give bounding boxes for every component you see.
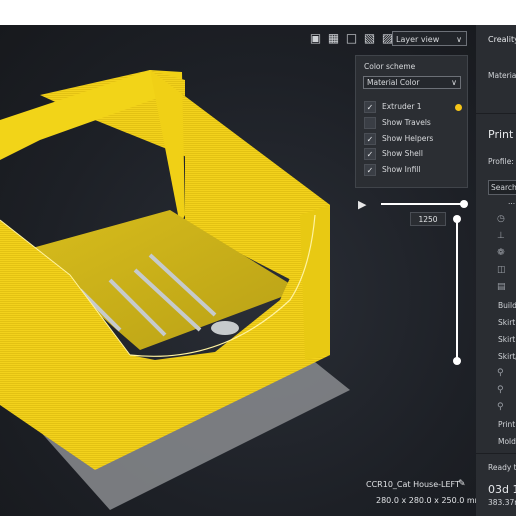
- special-mode-icon[interactable]: ⚲: [497, 385, 504, 395]
- cube-icon[interactable]: ▣: [309, 32, 322, 45]
- checkbox-show-travels[interactable]: [364, 117, 376, 129]
- show-helpers-label: Show Helpers: [382, 134, 434, 143]
- setting-build[interactable]: Build: [498, 301, 516, 310]
- right-sidebar: Creality Material Print S Profile: Searc…: [476, 25, 516, 516]
- setting-print[interactable]: Print: [498, 420, 515, 429]
- play-simulation-button[interactable]: ▶: [358, 198, 366, 211]
- layer-range-top-handle[interactable]: [453, 215, 461, 223]
- show-infill-row[interactable]: ✓ Show Infill: [364, 164, 462, 178]
- cube-front-icon[interactable]: ▦: [327, 32, 340, 45]
- floor-hole: [211, 321, 239, 335]
- cube-left-icon[interactable]: ▧: [363, 32, 376, 45]
- adhesion-icon[interactable]: ▤: [497, 282, 506, 292]
- setting-mold[interactable]: Mold: [498, 437, 516, 446]
- view-mode-value: Layer view: [396, 35, 440, 44]
- right-wall: [300, 205, 330, 360]
- pencil-icon[interactable]: ✎: [458, 479, 466, 489]
- printer-name[interactable]: Creality: [488, 35, 516, 44]
- show-shell-label: Show Shell: [382, 149, 423, 158]
- layer-progress-handle[interactable]: [460, 200, 468, 208]
- cube-top-icon[interactable]: □: [345, 32, 358, 45]
- object-name: CCR10_Cat House-LEFT: [366, 480, 460, 489]
- show-travels-row[interactable]: Show Travels: [364, 117, 462, 131]
- checkbox-show-infill[interactable]: ✓: [364, 164, 376, 176]
- show-travels-label: Show Travels: [382, 118, 431, 127]
- chevron-down-icon: ∨: [451, 78, 457, 87]
- layer-range-bottom-handle[interactable]: [453, 357, 461, 365]
- print-settings-title: Print S: [488, 128, 516, 141]
- material-label: Material: [488, 71, 516, 80]
- checkbox-show-helpers[interactable]: ✓: [364, 133, 376, 145]
- view-toolbar: ▣ ▦ □ ▧ ▨: [309, 32, 394, 45]
- view-mode-select[interactable]: Layer view ∨: [392, 31, 467, 46]
- setting-skirt-2[interactable]: Skirt: [498, 335, 515, 344]
- show-infill-label: Show Infill: [382, 165, 421, 174]
- extruder-1-row[interactable]: ✓ Extruder 1: [364, 101, 462, 115]
- experimental-icon[interactable]: ⚲: [497, 402, 504, 412]
- color-scheme-select[interactable]: Material Color ∨: [363, 76, 461, 89]
- show-helpers-row[interactable]: ✓ Show Helpers: [364, 133, 462, 147]
- color-scheme-value: Material Color: [367, 78, 420, 87]
- extruder-1-label: Extruder 1: [382, 102, 422, 111]
- color-scheme-panel: Color scheme Material Color ∨ ✓ Extruder…: [355, 55, 468, 188]
- divider: [476, 453, 516, 454]
- flask-icon[interactable]: ⚲: [497, 368, 504, 378]
- print-time: 03d 1: [488, 483, 516, 496]
- divider: [476, 113, 516, 114]
- right-back-wall: [150, 70, 185, 225]
- profile-label: Profile:: [488, 157, 514, 166]
- layer-range-slider[interactable]: [456, 218, 458, 361]
- show-shell-row[interactable]: ✓ Show Shell: [364, 148, 462, 162]
- more-dots: ...: [508, 197, 516, 206]
- quality-icon[interactable]: ⊥: [497, 231, 505, 241]
- ready-label: Ready t: [488, 463, 516, 472]
- layer-progress-slider[interactable]: [381, 203, 465, 205]
- top-bar: [0, 0, 516, 25]
- checkbox-extruder-1[interactable]: ✓: [364, 101, 376, 113]
- support-icon[interactable]: ◫: [497, 265, 506, 275]
- material-usage: 383.37m: [488, 498, 516, 507]
- clock-icon[interactable]: ◷: [497, 214, 505, 224]
- settings-search-input[interactable]: Search..: [488, 180, 516, 195]
- extruder-color-swatch: [455, 104, 462, 111]
- checkbox-show-shell[interactable]: ✓: [364, 148, 376, 160]
- object-dimensions: 280.0 x 280.0 x 250.0 mm: [376, 496, 483, 505]
- setting-skirt-3[interactable]: Skirt/: [498, 352, 516, 361]
- layer-number-field[interactable]: 1250: [410, 212, 446, 226]
- color-scheme-heading: Color scheme: [364, 62, 416, 71]
- cooling-fan-icon[interactable]: ❁: [497, 248, 505, 258]
- chevron-down-icon: ∨: [456, 35, 462, 44]
- setting-skirt-1[interactable]: Skirt: [498, 318, 515, 327]
